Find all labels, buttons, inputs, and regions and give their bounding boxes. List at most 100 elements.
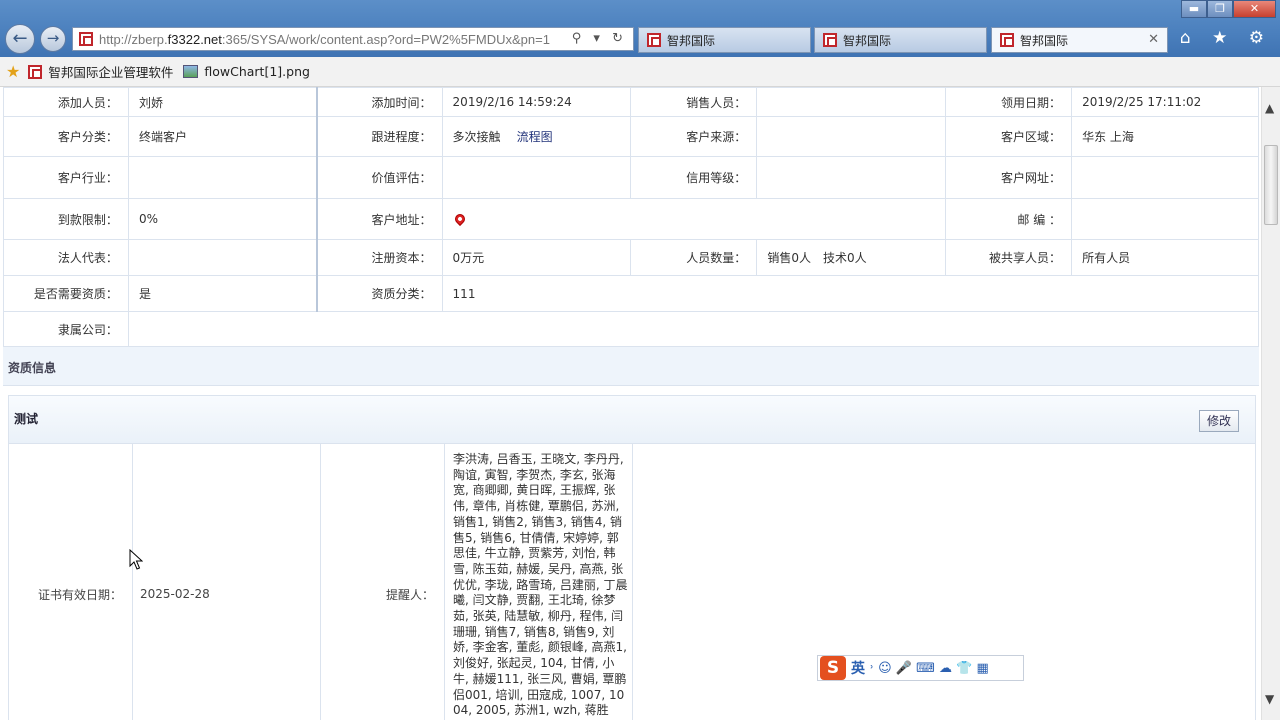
- qualification-detail-row: 证书有效日期： 2025-02-28 提醒人： 李洪涛, 吕香玉, 王晓文, 李…: [9, 444, 1255, 720]
- url-text: http://zberp.f3322.net:365/SYSA/work/con…: [99, 31, 550, 47]
- label-parent-company: 隶属公司：: [3, 311, 129, 347]
- flowchart-link[interactable]: 流程图: [517, 130, 553, 144]
- label-address: 客户地址：: [316, 198, 443, 240]
- label-sales-person: 销售人员：: [630, 87, 758, 117]
- page-content: 添加人员： 刘娇 添加时间： 2019/2/16 14:59:24 销售人员： …: [0, 87, 1261, 720]
- scroll-down-icon[interactable]: ▼: [1265, 692, 1274, 706]
- vertical-scrollbar[interactable]: ▲ ▼: [1261, 87, 1280, 720]
- favorites-bar: ★ 智邦国际企业管理软件 flowChart[1].png: [0, 57, 1280, 87]
- label-added-by: 添加人员：: [3, 87, 129, 117]
- close-window-button[interactable]: ✕: [1233, 0, 1276, 18]
- value-needs-qualification: 是: [127, 275, 318, 312]
- label-headcount: 人员数量：: [630, 239, 758, 276]
- value-parent-company: [127, 311, 1260, 347]
- label-customer-region: 客户区域：: [945, 116, 1073, 157]
- value-value-assessment: [441, 156, 632, 199]
- table-row: 到款限制： 0% 客户地址： 邮 编 ：: [3, 198, 1259, 240]
- search-refresh-icon[interactable]: ⚲ ▾ ↻: [572, 31, 627, 46]
- value-customer-source: [756, 116, 947, 157]
- favorite-flowchart[interactable]: flowChart[1].png: [183, 64, 310, 79]
- back-button[interactable]: ←: [5, 24, 35, 54]
- label-credit-level: 信用等级：: [630, 156, 758, 199]
- address-bar[interactable]: http://zberp.f3322.net:365/SYSA/work/con…: [72, 27, 634, 51]
- label-qualification-category: 资质分类：: [316, 275, 443, 312]
- table-row: 是否需要资质： 是 资质分类： 111: [3, 275, 1260, 312]
- value-credit-level: [756, 156, 947, 199]
- label-shared-with: 被共享人员：: [945, 239, 1073, 276]
- value-sales-person: [756, 87, 947, 117]
- value-website: [1071, 156, 1259, 199]
- scroll-up-icon[interactable]: ▲: [1265, 101, 1274, 115]
- label-postcode: 邮 编 ：: [945, 198, 1073, 240]
- forward-button[interactable]: →: [40, 26, 66, 52]
- ime-mode-toggle[interactable]: 英: [851, 658, 865, 678]
- window-controls: ▬ ❐ ✕: [1181, 0, 1276, 18]
- tab-1[interactable]: 智邦国际: [638, 27, 811, 53]
- reminder-value-cell: 李洪涛, 吕香玉, 王晓文, 李丹丹, 陶谊, 寅智, 李贺杰, 李玄, 张海宽…: [445, 444, 633, 720]
- label-customer-category: 客户分类：: [3, 116, 129, 157]
- sogou-logo-icon[interactable]: S: [820, 656, 846, 680]
- reminder-label: 提醒人：: [385, 588, 434, 602]
- label-legal-rep: 法人代表：: [3, 239, 129, 276]
- close-tab-icon[interactable]: ✕: [1148, 32, 1159, 47]
- scroll-thumb[interactable]: [1264, 145, 1278, 225]
- tab-favicon-icon: [1000, 33, 1014, 47]
- tab-label: 智邦国际: [667, 33, 716, 48]
- cert-value-cell: 2025-02-28: [133, 444, 321, 720]
- value-follow-up: 多次接触 流程图: [441, 116, 632, 157]
- value-address: [441, 198, 947, 240]
- label-payment-limit: 到款限制：: [3, 198, 129, 240]
- ime-tools-icon[interactable]: ˒ ☺ 🎤 ⌨ ☁ 👕 ▦: [870, 661, 989, 676]
- browser-chrome: ▬ ❐ ✕ ← → http://zberp.f3322.net:365/SYS…: [0, 0, 1280, 57]
- value-payment-limit: 0%: [127, 198, 318, 240]
- map-pin-icon[interactable]: [452, 211, 467, 227]
- section-title: 资质信息: [8, 361, 57, 375]
- tab-label: 智邦国际: [843, 33, 892, 48]
- value-shared-with: 所有人员: [1071, 239, 1259, 276]
- qualification-item: 测试 修改 证书有效日期： 2025-02-28 提醒人： 李洪涛, 吕香玉, …: [8, 395, 1256, 720]
- tab-3-active[interactable]: 智邦国际 ✕: [991, 27, 1168, 53]
- cert-label-cell: 证书有效日期：: [9, 444, 133, 720]
- label-customer-source: 客户来源：: [630, 116, 758, 157]
- reminder-list: 李洪涛, 吕香玉, 王晓文, 李丹丹, 陶谊, 寅智, 李贺杰, 李玄, 张海宽…: [453, 452, 628, 718]
- customer-info-table: 添加人员： 刘娇 添加时间： 2019/2/16 14:59:24 销售人员： …: [3, 87, 1260, 347]
- site-favicon-icon: [79, 32, 93, 46]
- value-legal-rep: [127, 239, 318, 276]
- tab-2[interactable]: 智邦国际: [814, 27, 987, 53]
- value-claim-date: 2019/2/25 17:11:02: [1071, 87, 1259, 117]
- favorites-star-icon[interactable]: ★: [6, 62, 20, 81]
- label-website: 客户网址：: [945, 156, 1073, 199]
- label-registered-capital: 注册资本：: [316, 239, 443, 276]
- qualification-section-header: 资质信息: [3, 346, 1259, 386]
- site-favicon-icon: [28, 64, 43, 79]
- favorite-zbintl[interactable]: 智邦国际企业管理软件: [28, 62, 173, 81]
- image-file-icon: [183, 65, 199, 78]
- cert-expiry-date: 2025-02-28: [140, 587, 210, 601]
- value-added-time: 2019/2/16 14:59:24: [441, 87, 632, 117]
- label-follow-up: 跟进程度：: [316, 116, 443, 157]
- value-qualification-category: 111: [441, 275, 1260, 312]
- tab-favicon-icon: [647, 33, 661, 47]
- table-row: 添加人员： 刘娇 添加时间： 2019/2/16 14:59:24 销售人员： …: [3, 87, 1259, 117]
- value-industry: [127, 156, 318, 199]
- home-favorites-tools-icon[interactable]: ⌂ ★ ⚙: [1180, 28, 1272, 48]
- tab-favicon-icon: [823, 33, 837, 47]
- value-customer-category: 终端客户: [127, 116, 318, 157]
- table-row: 隶属公司：: [3, 311, 1260, 347]
- value-headcount: 销售0人 技术0人: [756, 239, 947, 276]
- edit-button[interactable]: 修改: [1199, 410, 1239, 432]
- label-claim-date: 领用日期：: [945, 87, 1073, 117]
- table-row: 客户分类： 终端客户 跟进程度： 多次接触 流程图 客户来源： 客户区域： 华东 …: [3, 116, 1259, 157]
- value-registered-capital: 0万元: [441, 239, 632, 276]
- label-industry: 客户行业：: [3, 156, 129, 199]
- label-value-assessment: 价值评估：: [316, 156, 443, 199]
- reminder-label-cell: 提醒人：: [321, 444, 445, 720]
- minimize-button[interactable]: ▬: [1181, 0, 1207, 18]
- ime-toolbar[interactable]: S 英 ˒ ☺ 🎤 ⌨ ☁ 👕 ▦: [817, 655, 1024, 681]
- label-added-time: 添加时间：: [316, 87, 443, 117]
- value-added-by: 刘娇: [127, 87, 318, 117]
- restore-button[interactable]: ❐: [1207, 0, 1233, 18]
- label-needs-qualification: 是否需要资质：: [3, 275, 129, 312]
- qualification-item-header: 测试 修改: [9, 396, 1255, 444]
- qualification-item-title: 测试: [14, 412, 39, 426]
